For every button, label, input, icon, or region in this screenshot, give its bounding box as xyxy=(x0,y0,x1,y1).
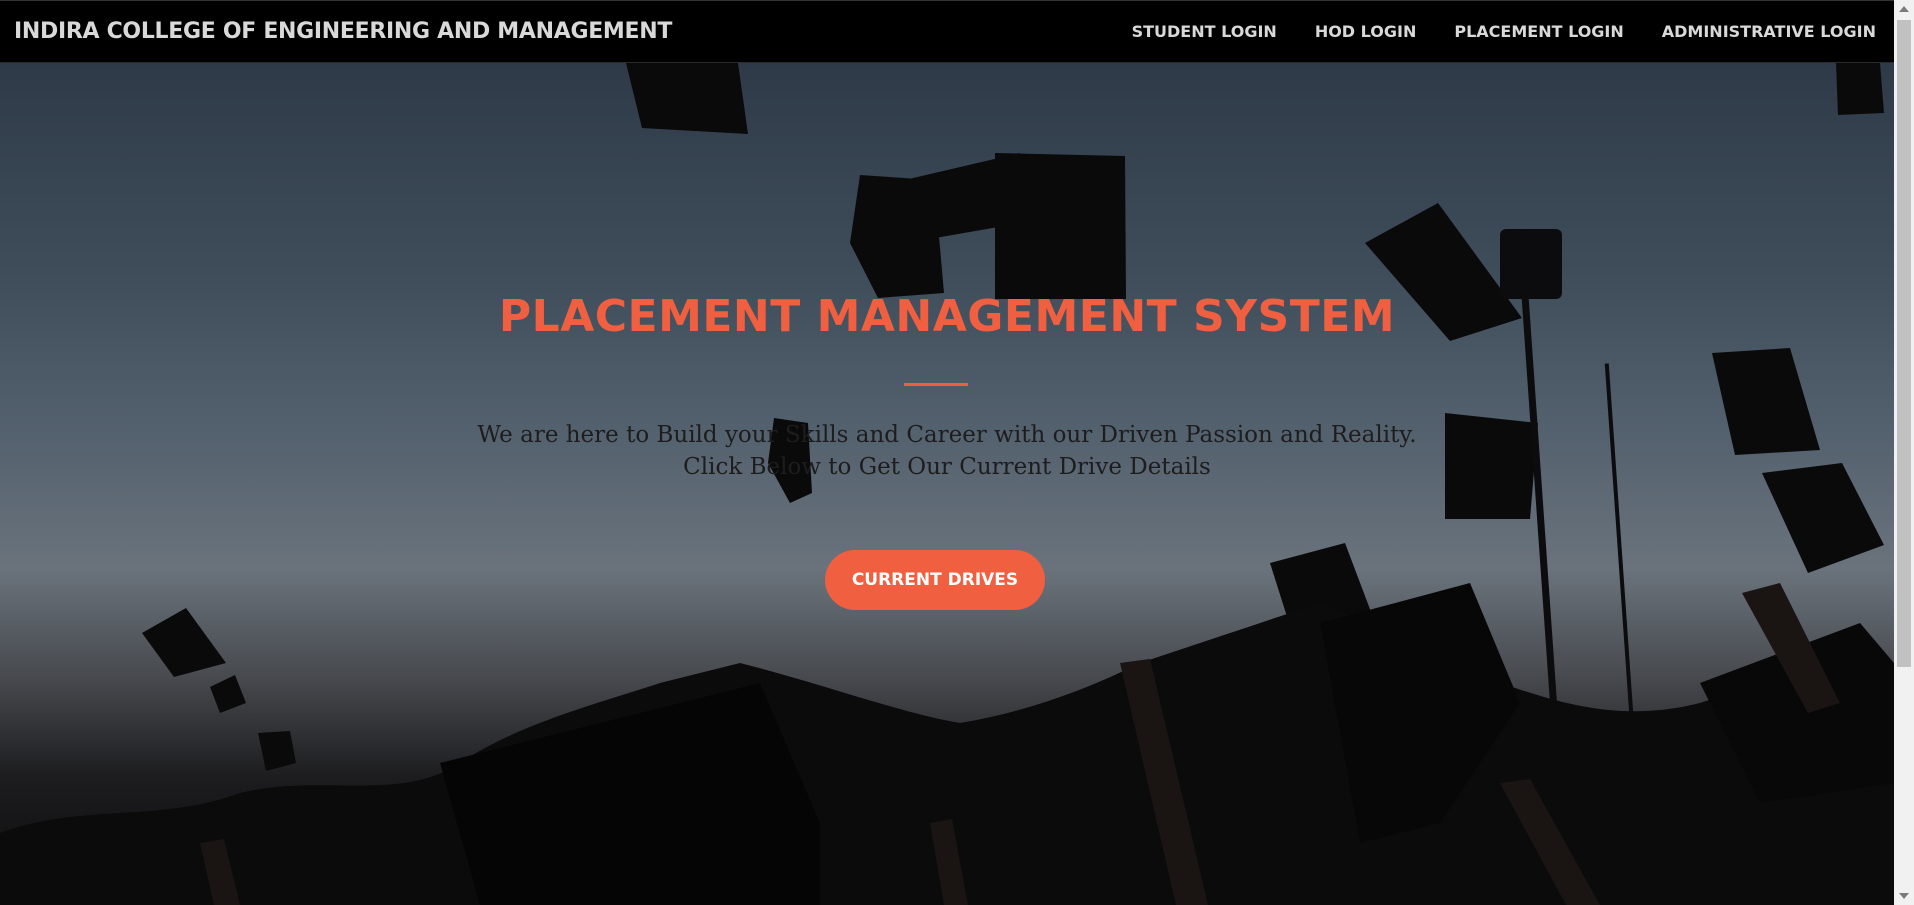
nav-placement-login[interactable]: PLACEMENT LOGIN xyxy=(1454,22,1623,41)
nav-administrative-login[interactable]: ADMINISTRATIVE LOGIN xyxy=(1662,22,1876,41)
hero-description-line-2: Click Below to Get Our Current Drive Det… xyxy=(683,454,1211,480)
scroll-up-arrow-icon[interactable] xyxy=(1899,6,1909,12)
brand-title[interactable]: INDIRA COLLEGE OF ENGINEERING AND MANAGE… xyxy=(14,19,672,44)
scroll-down-arrow-icon[interactable] xyxy=(1899,893,1909,899)
hero-description-line-1: We are here to Build your Skills and Car… xyxy=(477,422,1417,448)
top-navbar: INDIRA COLLEGE OF ENGINEERING AND MANAGE… xyxy=(0,0,1894,63)
hero-description: We are here to Build your Skills and Car… xyxy=(0,419,1894,483)
page: INDIRA COLLEGE OF ENGINEERING AND MANAGE… xyxy=(0,0,1914,905)
hero-section: PLACEMENT MANAGEMENT SYSTEM We are here … xyxy=(0,63,1894,905)
nav-hod-login[interactable]: HOD LOGIN xyxy=(1315,22,1417,41)
vertical-scrollbar[interactable] xyxy=(1894,0,1914,905)
scrollbar-thumb[interactable] xyxy=(1897,20,1911,667)
hero-divider xyxy=(904,383,968,386)
nav-links: STUDENT LOGIN HOD LOGIN PLACEMENT LOGIN … xyxy=(1094,22,1876,41)
hero-content: PLACEMENT MANAGEMENT SYSTEM We are here … xyxy=(0,63,1894,905)
nav-student-login[interactable]: STUDENT LOGIN xyxy=(1132,22,1277,41)
hero-title: PLACEMENT MANAGEMENT SYSTEM xyxy=(498,291,1396,342)
current-drives-button[interactable]: CURRENT DRIVES xyxy=(825,550,1045,610)
